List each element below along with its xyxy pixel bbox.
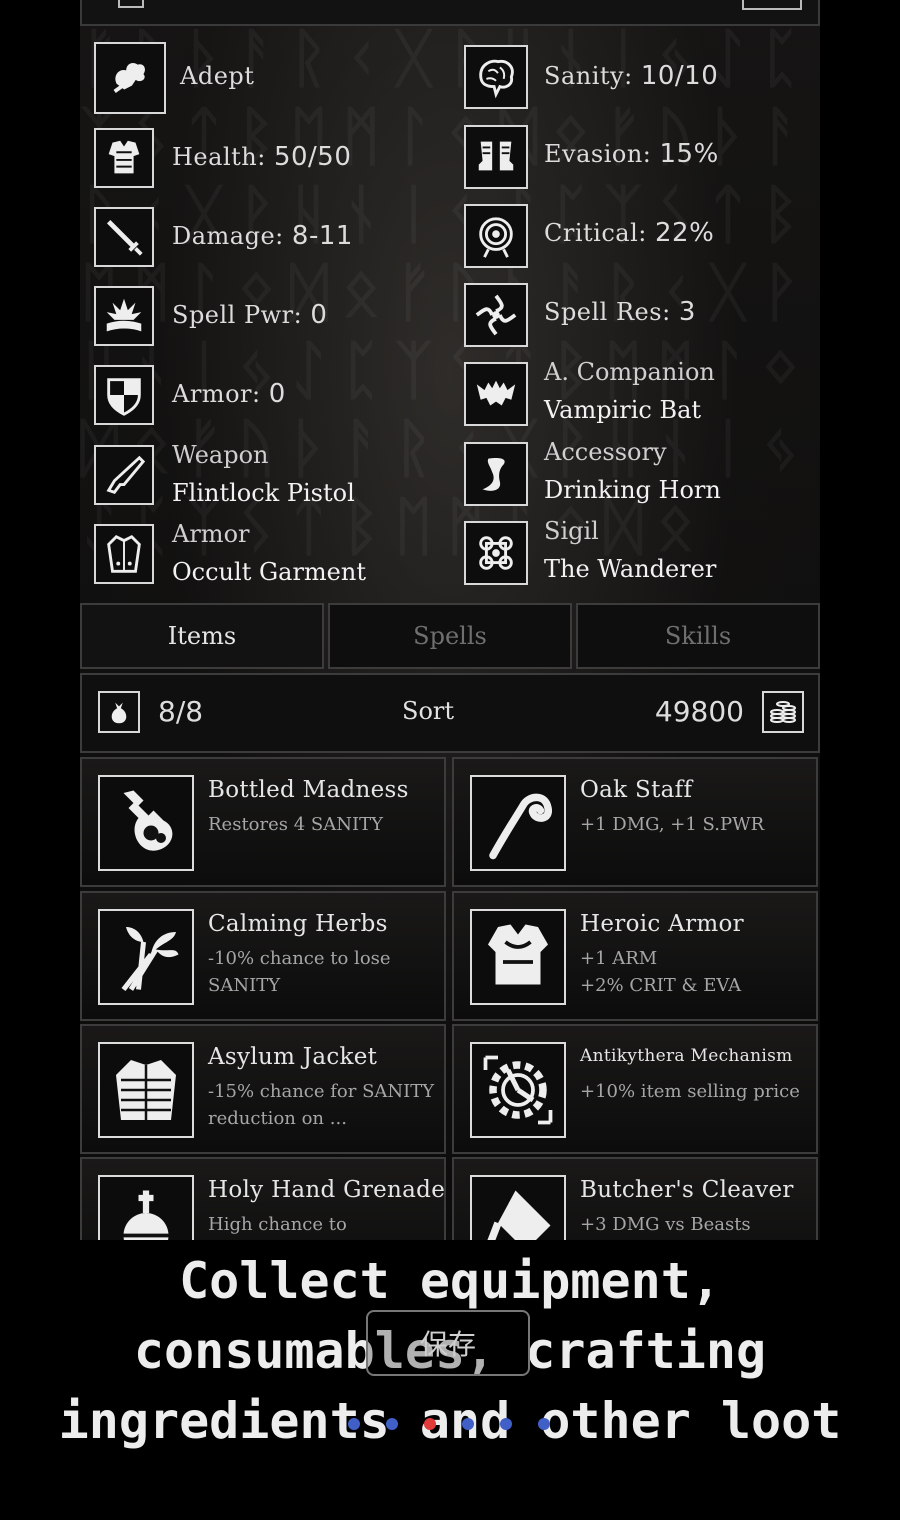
page-dot[interactable] [462, 1418, 474, 1430]
inventory-bar: 8/8 Sort 49800 [80, 673, 820, 753]
sanity-label: Sanity: [544, 62, 633, 90]
inventory-count: 8/8 [158, 695, 204, 728]
sword-icon [94, 207, 154, 267]
item-description: +1 DMG, +1 S.PWR [580, 814, 765, 835]
horn-icon [464, 442, 528, 506]
target-icon [464, 204, 528, 268]
item-description: +10% item selling price [580, 1081, 800, 1102]
character-screen: ᚠᚢᚦᚨᚱᚲᚷᚹᚺᚾᛁᛃᛇᛈᛉᛊᛏᛒᛖᛗᛚᛜᛞᛟᚠᚢᚦᚨᚱᚲᚷᚹᚺᚾᛁᛃᛇᛈᛉᛊ… [80, 0, 820, 1240]
class-name: Adept [180, 62, 255, 90]
armor-slot-name: Occult Garment [172, 558, 366, 586]
jacket-icon [98, 1042, 194, 1138]
companion-label: A. Companion [544, 358, 715, 386]
menu-icon[interactable] [118, 0, 144, 8]
health-value: 50/50 [273, 142, 352, 172]
item-name: Bottled Madness [208, 777, 409, 803]
experience-bar-icon [742, 0, 802, 10]
potion-icon [98, 775, 194, 871]
sigil-icon [464, 521, 528, 585]
mechanism-icon [470, 1042, 566, 1138]
sanity-value: 10/10 [640, 61, 719, 91]
evasion-value: 15% [659, 139, 719, 169]
spell-power-label: Spell Pwr: [172, 301, 303, 329]
robe-icon [94, 524, 154, 584]
item-card[interactable]: Heroic Armor +1 ARM +2% CRIT & EVA [452, 891, 818, 1021]
accessory-label: Accessory [544, 438, 667, 466]
item-name: Antikythera Mechanism [580, 1046, 793, 1066]
spell-power-value: 0 [310, 300, 328, 330]
item-card[interactable]: Oak Staff +1 DMG, +1 S.PWR [452, 757, 818, 887]
save-button[interactable]: 保存 [366, 1310, 530, 1376]
page-dot-active[interactable] [424, 1418, 436, 1430]
armor-vest-icon [94, 128, 154, 188]
accessory-name: Drinking Horn [544, 476, 721, 504]
spellbook-icon [94, 286, 154, 346]
top-bar [80, 0, 820, 26]
critical-label: Critical: [544, 219, 647, 247]
herbs-icon [98, 909, 194, 1005]
item-card[interactable]: Calming Herbs -10% chance to lose SANITY [80, 891, 446, 1021]
damage-value: 8-11 [291, 221, 353, 251]
shield-icon [94, 365, 154, 425]
damage-label: Damage: [172, 222, 284, 250]
item-name: Holy Hand Grenade [208, 1177, 446, 1203]
grenade-icon [98, 1175, 194, 1240]
gold-amount: 49800 [654, 695, 744, 728]
armor-slot-label: Armor [172, 520, 250, 548]
tab-items[interactable]: Items [80, 603, 324, 669]
staff-icon [470, 775, 566, 871]
sort-button[interactable]: Sort [402, 697, 454, 725]
cleaver-icon [470, 1175, 566, 1240]
coins-icon [762, 691, 804, 733]
sigil-name: The Wanderer [544, 555, 717, 583]
item-card[interactable]: Bottled Madness Restores 4 SANITY [80, 757, 446, 887]
item-description: +1 ARM +2% CRIT & EVA [580, 948, 742, 996]
adept-icon [94, 42, 166, 114]
weapon-label: Weapon [172, 441, 269, 469]
tab-skills[interactable]: Skills [576, 603, 820, 669]
critical-value: 22% [654, 218, 715, 248]
item-name: Oak Staff [580, 777, 693, 803]
tab-spells[interactable]: Spells [328, 603, 572, 669]
item-card[interactable]: Butcher's Cleaver +3 DMG vs Beasts [452, 1157, 818, 1240]
spell-res-label: Spell Res: [544, 298, 671, 326]
item-description: Restores 4 SANITY [208, 814, 383, 835]
page-dot[interactable] [348, 1418, 360, 1430]
brain-icon [464, 45, 528, 109]
item-description: High chance to [208, 1214, 347, 1235]
page-dot[interactable] [538, 1418, 550, 1430]
vortex-icon [464, 283, 528, 347]
breastplate-icon [470, 909, 566, 1005]
item-description: -15% chance for SANITY reduction on ... [208, 1081, 435, 1129]
armor-value: 0 [268, 379, 286, 409]
item-name: Heroic Armor [580, 911, 744, 937]
spell-res-value: 3 [678, 297, 696, 327]
item-description: -10% chance to lose SANITY [208, 948, 391, 996]
page-dot[interactable] [386, 1418, 398, 1430]
companion-name: Vampiric Bat [544, 396, 702, 424]
item-name: Calming Herbs [208, 911, 388, 937]
boots-icon [464, 125, 528, 189]
pistol-icon [94, 445, 154, 505]
item-card[interactable]: Antikythera Mechanism +10% item selling … [452, 1024, 818, 1154]
bat-icon [464, 362, 528, 426]
item-name: Butcher's Cleaver [580, 1177, 794, 1203]
evasion-label: Evasion: [544, 140, 652, 168]
page-indicator [348, 1418, 568, 1432]
health-label: Health: [172, 143, 266, 171]
bag-icon [98, 691, 140, 733]
page-dot[interactable] [500, 1418, 512, 1430]
inventory-tabs: Items Spells Skills [80, 603, 820, 669]
item-name: Asylum Jacket [208, 1044, 378, 1070]
item-card[interactable]: Holy Hand Grenade High chance to [80, 1157, 446, 1240]
item-description: +3 DMG vs Beasts [580, 1214, 751, 1235]
item-card[interactable]: Asylum Jacket -15% chance for SANITY red… [80, 1024, 446, 1154]
armor-label: Armor: [172, 380, 261, 408]
weapon-name: Flintlock Pistol [172, 479, 355, 507]
sigil-label: Sigil [544, 517, 599, 545]
